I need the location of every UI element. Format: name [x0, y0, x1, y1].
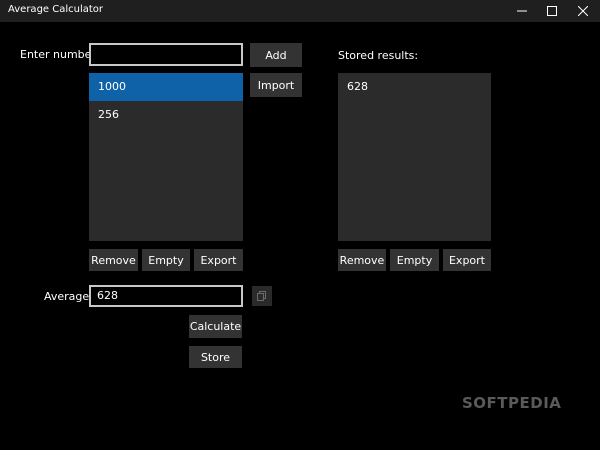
- list-item[interactable]: 256: [89, 101, 243, 129]
- empty-numbers-button[interactable]: Empty: [142, 249, 190, 271]
- copy-icon: [257, 291, 266, 301]
- number-input[interactable]: [89, 43, 243, 66]
- window-title: Average Calculator: [8, 4, 104, 15]
- list-item[interactable]: 628: [338, 73, 491, 101]
- remove-stored-button[interactable]: Remove: [338, 249, 386, 271]
- add-button[interactable]: Add: [250, 43, 302, 67]
- enter-number-label: Enter number:: [20, 48, 100, 61]
- title-bar: Average Calculator: [0, 0, 600, 22]
- average-output[interactable]: 628: [89, 285, 243, 307]
- export-numbers-button[interactable]: Export: [194, 249, 243, 271]
- copy-button[interactable]: [252, 286, 272, 306]
- export-stored-button[interactable]: Export: [443, 249, 491, 271]
- numbers-list[interactable]: 1000 256: [89, 73, 243, 241]
- stored-results-label: Stored results:: [338, 49, 419, 62]
- minimize-icon: [517, 10, 527, 12]
- stored-results-list[interactable]: 628: [338, 73, 491, 241]
- close-button[interactable]: [566, 0, 600, 22]
- import-button[interactable]: Import: [250, 73, 302, 97]
- store-button[interactable]: Store: [189, 346, 242, 368]
- close-icon: [578, 6, 588, 16]
- list-item[interactable]: 1000: [89, 73, 243, 101]
- minimize-button[interactable]: [505, 0, 539, 22]
- average-label: Average:: [44, 290, 93, 303]
- empty-stored-button[interactable]: Empty: [390, 249, 439, 271]
- remove-number-button[interactable]: Remove: [89, 249, 138, 271]
- calculate-button[interactable]: Calculate: [189, 315, 242, 338]
- softpedia-watermark: SOFTPEDIA: [462, 394, 562, 412]
- maximize-button[interactable]: [535, 0, 569, 22]
- maximize-icon: [547, 6, 557, 16]
